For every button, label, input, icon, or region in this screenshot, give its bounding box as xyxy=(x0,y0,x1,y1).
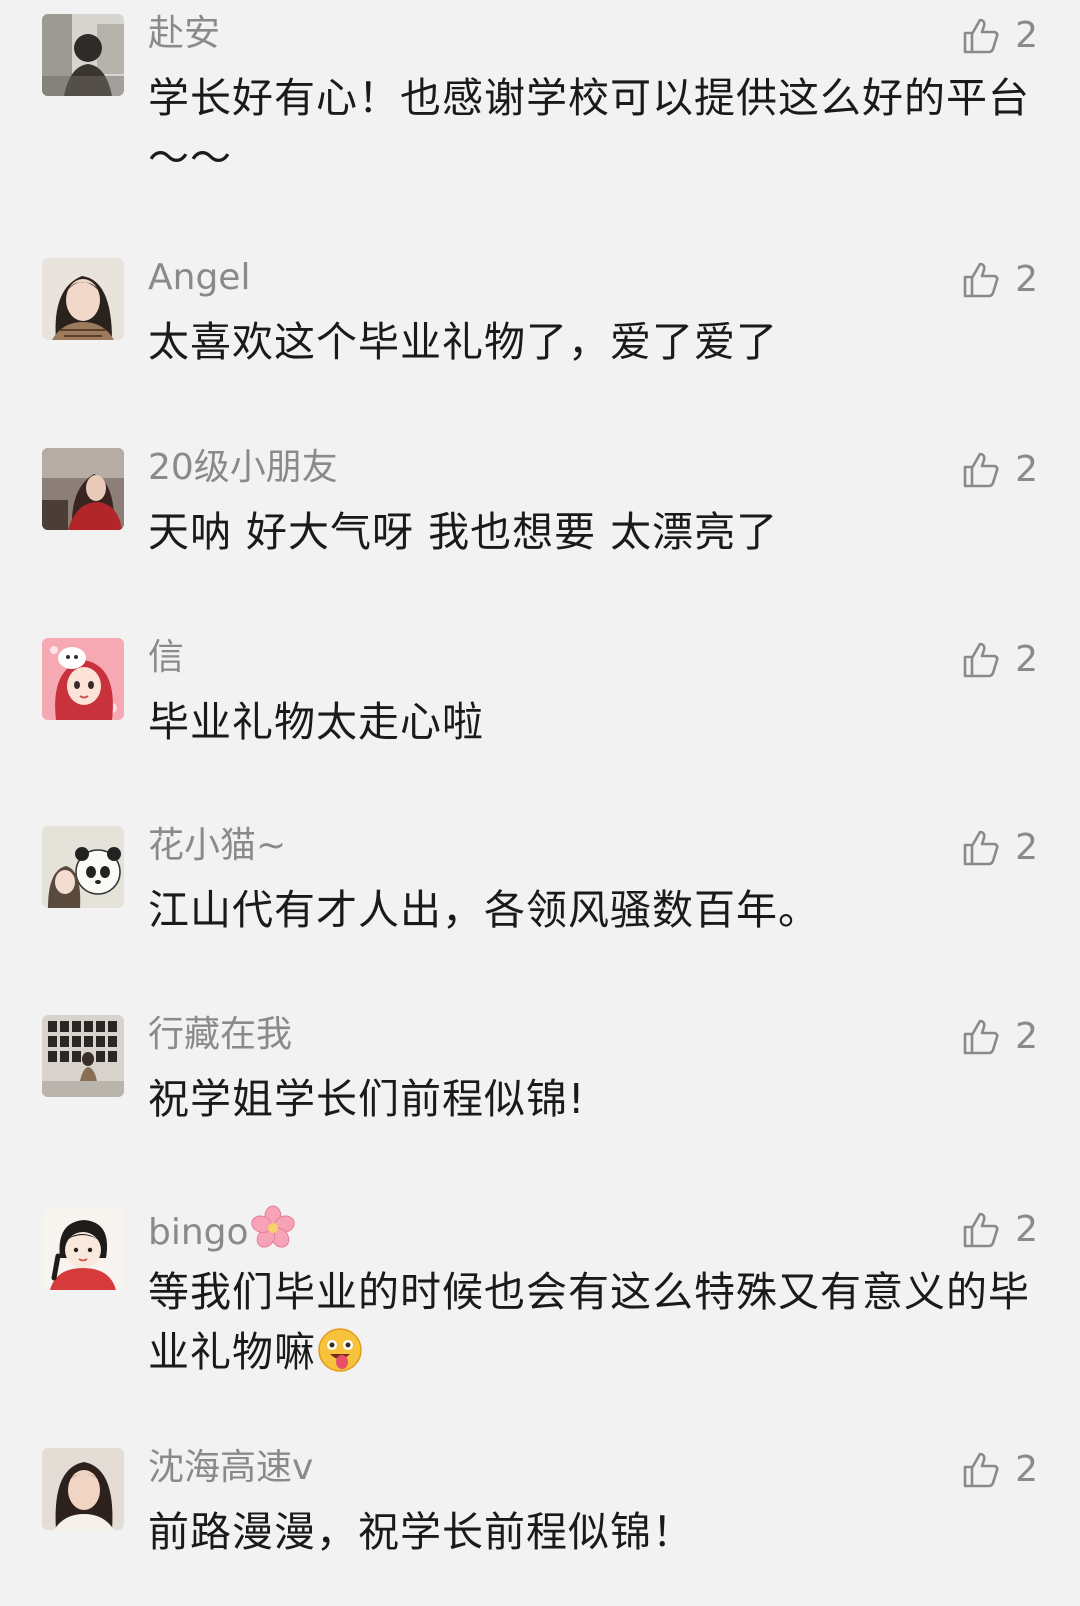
comment-item: 行藏在我 2 祝学姐学长们前程似锦! xyxy=(0,1001,1080,1191)
nickname[interactable]: bingo xyxy=(148,1204,297,1257)
nickname-text: bingo xyxy=(148,1212,249,1253)
like-count: 2 xyxy=(1015,1016,1038,1057)
photo-avatar-girl-icon xyxy=(42,258,124,340)
thumbs-up-icon xyxy=(963,1452,999,1488)
comment-item: bingo 2 等我们毕业的时候也会有这么特殊又有意义的毕业礼物嘛 xyxy=(0,1194,1080,1434)
comment-item: 20级小朋友 2 天呐 好大气呀 我也想要 太漂亮了 xyxy=(0,434,1080,624)
like-button[interactable]: 2 xyxy=(961,1446,1038,1494)
comment-text: 学长好有心！也感谢学校可以提供这么好的平台～～ xyxy=(148,74,1030,182)
avatar[interactable] xyxy=(42,1015,124,1097)
like-button[interactable]: 2 xyxy=(961,256,1038,304)
thumbs-up-icon xyxy=(963,262,999,298)
avatar[interactable] xyxy=(42,638,124,720)
comment-text: 祝学姐学长们前程似锦! xyxy=(148,1075,586,1123)
like-count: 2 xyxy=(1015,1449,1038,1490)
cartoon-avatar-girl-icon xyxy=(42,638,124,720)
thumbs-up-icon xyxy=(963,642,999,678)
cartoon-avatar-girl-braids-icon xyxy=(42,1208,124,1290)
panda-avatar-icon xyxy=(42,826,124,908)
thumbs-up-icon xyxy=(963,1212,999,1248)
gallery-avatar-icon xyxy=(42,1015,124,1097)
nickname[interactable]: 信 xyxy=(148,634,184,682)
thumbs-up-icon xyxy=(963,830,999,866)
like-count: 2 xyxy=(1015,1209,1038,1250)
like-button[interactable]: 2 xyxy=(961,446,1038,494)
avatar[interactable] xyxy=(42,1208,124,1290)
like-count: 2 xyxy=(1015,15,1038,56)
photo-avatar-girl-red-icon xyxy=(42,448,124,530)
comment-text: 太喜欢这个毕业礼物了，爱了爱了 xyxy=(148,318,778,366)
like-count: 2 xyxy=(1015,259,1038,300)
photo-avatar-woman-icon xyxy=(42,1448,124,1530)
comment-item: Angel 2 太喜欢这个毕业礼物了，爱了爱了 xyxy=(0,244,1080,434)
comment-item: 赴安 2 学长好有心！也感谢学校可以提供这么好的平台～～ xyxy=(0,0,1080,230)
comment-text: 毕业礼物太走心啦 xyxy=(148,698,484,746)
avatar[interactable] xyxy=(42,826,124,908)
nickname[interactable]: 花小猫~ xyxy=(148,822,286,870)
thumbs-up-icon xyxy=(963,1019,999,1055)
like-count: 2 xyxy=(1015,827,1038,868)
thumbs-up-icon xyxy=(963,18,999,54)
avatar[interactable] xyxy=(42,1448,124,1530)
nickname[interactable]: 赴安 xyxy=(148,10,220,58)
nickname[interactable]: 20级小朋友 xyxy=(148,444,338,492)
cherry-blossom-icon xyxy=(249,1204,297,1252)
comment-text: 江山代有才人出，各领风骚数百年。 xyxy=(148,886,820,934)
nickname[interactable]: 行藏在我 xyxy=(148,1011,292,1059)
thumbs-up-icon xyxy=(963,452,999,488)
comment-item: 花小猫~ 2 江山代有才人出，各领风骚数百年。 xyxy=(0,812,1080,1002)
nickname[interactable]: Angel xyxy=(148,254,250,302)
comment-text: 天呐 好大气呀 我也想要 太漂亮了 xyxy=(148,508,779,556)
comment-text: 等我们毕业的时候也会有这么特殊又有意义的毕业礼物嘛 xyxy=(148,1262,1038,1382)
like-button[interactable]: 2 xyxy=(961,1206,1038,1254)
comment-item: 沈海高速v 2 前路漫漫，祝学长前程似锦！ xyxy=(0,1434,1080,1606)
avatar[interactable] xyxy=(42,14,124,96)
like-button[interactable]: 2 xyxy=(961,636,1038,684)
like-button[interactable]: 2 xyxy=(961,1013,1038,1061)
comment-list: 赴安 2 学长好有心！也感谢学校可以提供这么好的平台～～ Angel 2 太喜欢… xyxy=(0,0,1080,1606)
like-button[interactable]: 2 xyxy=(961,824,1038,872)
comment-text-content: 等我们毕业的时候也会有这么特殊又有意义的毕业礼物嘛 xyxy=(148,1268,1030,1376)
photo-avatar-man-icon xyxy=(42,14,124,96)
avatar[interactable] xyxy=(42,258,124,340)
like-button[interactable]: 2 xyxy=(961,12,1038,60)
tongue-face-emoji-icon xyxy=(316,1326,364,1374)
comment-item: 信 2 毕业礼物太走心啦 xyxy=(0,624,1080,814)
like-count: 2 xyxy=(1015,639,1038,680)
comment-text: 前路漫漫，祝学长前程似锦！ xyxy=(148,1508,694,1556)
like-count: 2 xyxy=(1015,449,1038,490)
avatar[interactable] xyxy=(42,448,124,530)
nickname[interactable]: 沈海高速v xyxy=(148,1444,313,1492)
